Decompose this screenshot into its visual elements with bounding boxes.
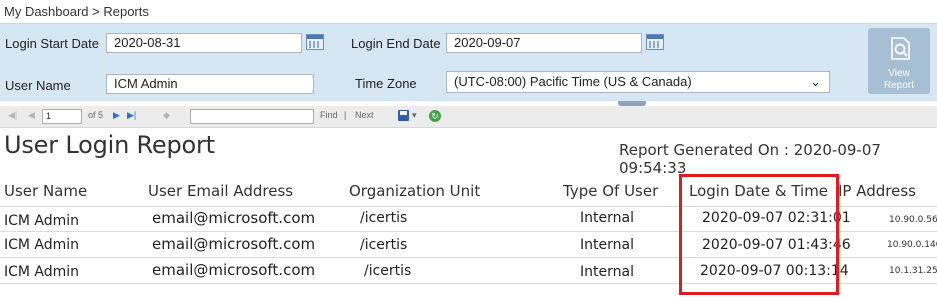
page-number-input[interactable]: 1 — [42, 109, 82, 124]
column-header-ip-address: IP Address — [838, 182, 916, 200]
view-report-button[interactable]: View Report — [868, 28, 930, 94]
cell-user-type: Internal — [580, 237, 634, 253]
cell-user-type: Internal — [580, 264, 634, 280]
cell-email: email@microsoft.com — [152, 209, 316, 227]
export-icon[interactable] — [398, 110, 409, 121]
calendar-icon[interactable] — [306, 34, 324, 50]
report-search-icon — [891, 37, 910, 60]
column-header-org-unit: Organization Unit — [349, 182, 481, 200]
cell-user-name: ICM Admin — [4, 213, 80, 229]
column-header-user-type: Type Of User — [563, 182, 659, 200]
login-time-highlight-box — [679, 174, 839, 295]
calendar-icon[interactable] — [646, 34, 664, 50]
column-header-user-name: User Name — [4, 182, 88, 200]
user-name-input[interactable]: ICM Admin — [106, 74, 314, 94]
report-title: User Login Report — [4, 131, 215, 159]
generated-label: Report Generated On : — [619, 141, 794, 159]
cell-user-name: ICM Admin — [4, 237, 80, 253]
filter-panel: Login Start Date 2020-08-31 Login End Da… — [0, 23, 937, 101]
first-page-icon[interactable]: ◀| — [8, 110, 17, 121]
cell-email: email@microsoft.com — [152, 261, 316, 279]
report-generated: Report Generated On : 2020-09-07 09:54:3… — [619, 141, 937, 177]
time-zone-select[interactable]: (UTC-08:00) Pacific Time (US & Canada) ⌄ — [446, 71, 830, 93]
login-start-date-input[interactable]: 2020-08-31 — [106, 33, 302, 53]
login-end-date-input[interactable]: 2020-09-07 — [446, 33, 642, 53]
view-report-label-2: Report — [883, 80, 914, 91]
next-link[interactable]: Next — [355, 110, 374, 120]
report-toolbar: ◀| ◀ 1 of 5 ▶ ▶| ◆ Find | Next ▾ ↻ — [0, 106, 937, 128]
export-dropdown-icon[interactable]: ▾ — [412, 110, 417, 121]
cell-email: email@microsoft.com — [152, 235, 316, 253]
column-header-email: User Email Address — [148, 182, 294, 200]
cell-org-unit: /icertis — [360, 237, 408, 253]
chevron-down-icon: ⌄ — [810, 74, 821, 89]
next-page-icon[interactable]: ▶ — [113, 110, 120, 121]
login-end-label: Login End Date — [351, 36, 441, 51]
last-page-icon[interactable]: ▶| — [127, 110, 136, 121]
view-report-label-1: View — [888, 68, 910, 79]
cell-org-unit: /icertis — [360, 210, 408, 226]
find-link[interactable]: Find — [320, 110, 338, 120]
previous-page-icon[interactable]: ◀ — [28, 110, 35, 121]
time-zone-label: Time Zone — [355, 76, 417, 91]
cell-ip-address: 10.1.31.25 — [889, 266, 937, 276]
time-zone-value: (UTC-08:00) Pacific Time (US & Canada) — [454, 74, 692, 89]
find-text-input[interactable] — [190, 109, 314, 124]
cell-org-unit: /icertis — [364, 263, 412, 279]
refresh-icon[interactable]: ↻ — [429, 110, 441, 122]
login-start-label: Login Start Date — [5, 36, 99, 51]
cell-user-name: ICM Admin — [4, 264, 80, 280]
cell-ip-address: 10.90.0.146 — [887, 240, 937, 250]
user-name-label: User Name — [5, 78, 71, 93]
breadcrumb[interactable]: My Dashboard > Reports — [4, 4, 149, 19]
page-count: of 5 — [88, 110, 104, 120]
cell-ip-address: 10.90.0.56 — [889, 215, 937, 225]
toolbar-separator: | — [344, 110, 347, 120]
back-to-parent-icon[interactable]: ◆ — [163, 110, 170, 121]
cell-user-type: Internal — [580, 210, 634, 226]
